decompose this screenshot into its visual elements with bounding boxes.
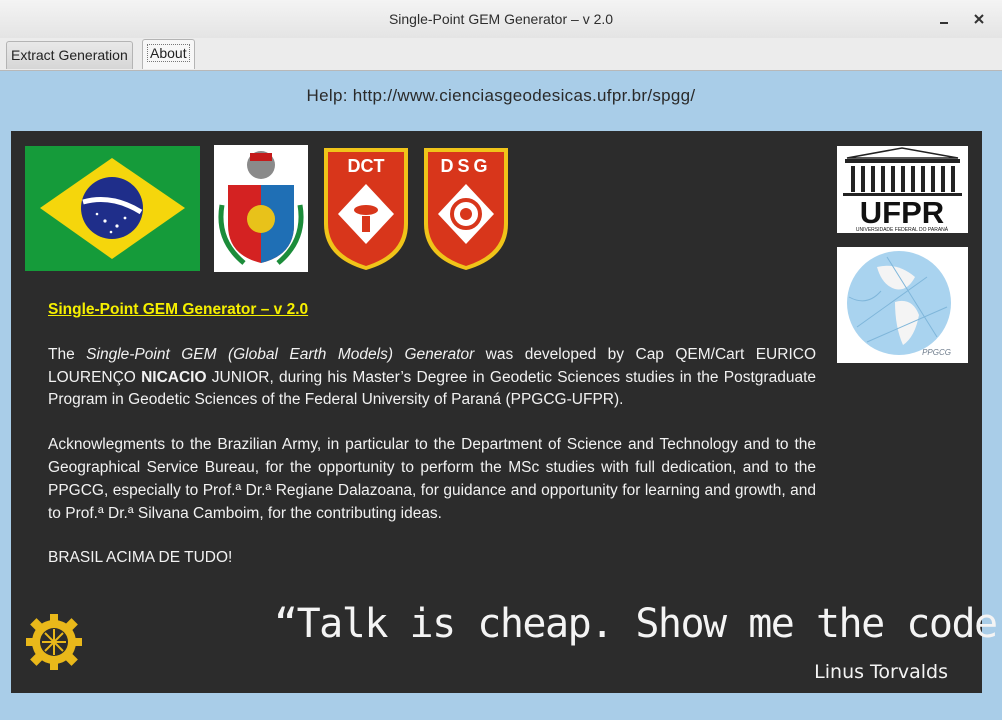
ufpr-text: UFPR — [860, 195, 944, 230]
tab-about[interactable]: About — [142, 39, 195, 69]
window-title: Single-Point GEM Generator – v 2.0 — [388, 11, 614, 27]
quote-text: “Talk is cheap. Show me the code.” — [274, 601, 1002, 647]
help-link[interactable]: Help: http://www.cienciasgeodesicas.ufpr… — [0, 86, 1002, 106]
ppgcg-text: PPGCG — [922, 348, 951, 357]
about-paragraph-3: BRASIL ACIMA DE TUDO! — [48, 549, 233, 567]
text-span: The — [48, 345, 87, 363]
ufpr-subtext: UNIVERSIDADE FEDERAL DO PARANÁ — [856, 226, 949, 233]
tab-bar: Extract Generation About — [0, 38, 1002, 71]
ppgcg-globe-logo: PPGCG — [837, 247, 968, 368]
text-span-bold: NICACIO — [141, 368, 207, 386]
about-paragraph-2: Acknowlegments to the Brazilian Army, in… — [48, 436, 816, 522]
about-panel: DCT DSG UFPR UNIVERSIDADE FEDERAL DO PAR… — [11, 131, 1002, 693]
minimize-icon[interactable] — [934, 9, 954, 29]
ufpr-logo: UFPR UNIVERSIDADE FEDERAL DO PARANÁ — [837, 146, 968, 238]
dct-text: DCT — [348, 156, 385, 176]
text-span-italic: Single-Point GEM (Global Earth Models) G… — [86, 345, 475, 363]
dsg-shield-logo: DSG — [422, 146, 510, 277]
dsg-text: DSG — [440, 156, 491, 176]
quote-author: Linus Torvalds — [814, 661, 948, 683]
brazil-flag-logo — [25, 146, 200, 276]
about-paragraph-1: The Single-Point GEM (Global Earth Model… — [48, 344, 816, 412]
about-heading: Single-Point GEM Generator – v 2.0 — [48, 301, 309, 318]
title-bar: Single-Point GEM Generator – v 2.0 — [0, 0, 1002, 39]
army-coat-of-arms-logo — [214, 145, 308, 277]
tab-extract-generation[interactable]: Extract Generation — [6, 41, 133, 69]
tab-label: About — [147, 44, 190, 62]
about-text: Single-Point GEM Generator – v 2.0 The S… — [48, 299, 816, 592]
tab-label: Extract Generation — [11, 47, 128, 63]
close-icon[interactable] — [969, 9, 989, 29]
gear-emblem-logo — [25, 613, 83, 676]
dct-shield-logo: DCT — [322, 146, 410, 277]
